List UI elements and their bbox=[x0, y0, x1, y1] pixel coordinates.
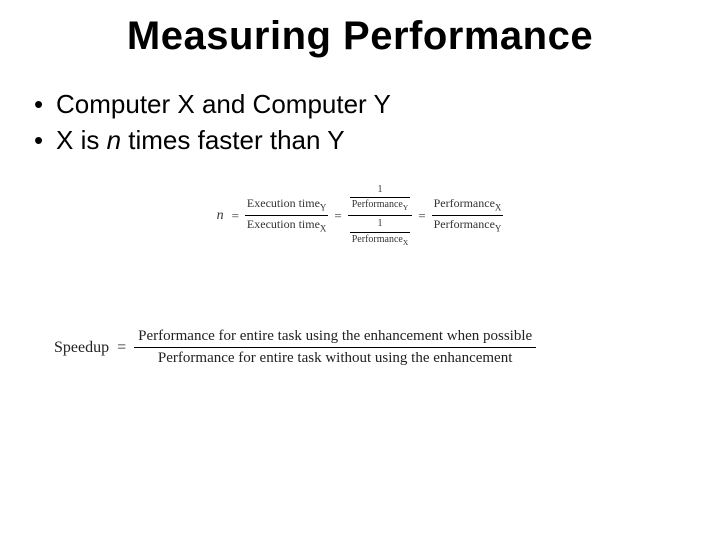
bullet-text-suffix: times faster than Y bbox=[121, 125, 345, 155]
ratio-formula: n = Execution timeY Execution timeX = 1 … bbox=[190, 183, 530, 249]
subscript: Y bbox=[403, 203, 408, 212]
bullet-item: X is n times faster than Y bbox=[34, 123, 690, 159]
bullet-text-italic: n bbox=[107, 125, 121, 155]
fraction-numerator: Performance for entire task using the en… bbox=[134, 327, 536, 347]
nested-numerator: 1 bbox=[376, 218, 385, 231]
fraction-numerator: 1 PerformanceY bbox=[348, 183, 413, 214]
fraction-bar bbox=[134, 347, 536, 348]
text: Performance bbox=[434, 217, 495, 231]
nested-fraction: 1 PerformanceY bbox=[350, 184, 411, 213]
nested-denominator: PerformanceX bbox=[350, 234, 411, 248]
bullet-text: Computer X and Computer Y bbox=[56, 89, 391, 119]
formula-lhs: Speedup bbox=[54, 339, 109, 357]
slide: Measuring Performance Computer X and Com… bbox=[0, 0, 720, 540]
slide-title: Measuring Performance bbox=[30, 14, 690, 59]
text: Execution time bbox=[247, 217, 320, 231]
fraction-denominator: 1 PerformanceX bbox=[348, 217, 413, 248]
fraction-bar bbox=[350, 232, 411, 233]
fraction-bar bbox=[432, 215, 504, 216]
fraction-denominator: PerformanceY bbox=[432, 217, 504, 235]
subscript: Y bbox=[495, 224, 502, 234]
equals-sign: = bbox=[117, 339, 126, 357]
fraction-denominator: Execution timeX bbox=[245, 217, 328, 235]
subscript: X bbox=[495, 203, 502, 213]
subscript: X bbox=[320, 224, 327, 234]
fraction-compound: 1 PerformanceY 1 PerformanceX bbox=[348, 183, 413, 249]
fraction-numerator: Execution timeY bbox=[245, 196, 328, 214]
nested-numerator: 1 bbox=[376, 184, 385, 197]
fraction-exec-time: Execution timeY Execution timeX bbox=[245, 196, 328, 235]
subscript: Y bbox=[320, 203, 327, 213]
fraction-bar bbox=[245, 215, 328, 216]
speedup-formula: Speedup = Performance for entire task us… bbox=[54, 327, 690, 370]
formula-lhs: n bbox=[217, 208, 226, 224]
fraction-performance: PerformanceX PerformanceY bbox=[432, 196, 504, 235]
text: Performance bbox=[352, 234, 403, 245]
fraction-speedup: Performance for entire task using the en… bbox=[134, 327, 536, 370]
equals-sign: = bbox=[232, 208, 239, 224]
bullet-item: Computer X and Computer Y bbox=[34, 87, 690, 123]
nested-fraction: 1 PerformanceX bbox=[350, 218, 411, 247]
nested-denominator: PerformanceY bbox=[350, 199, 411, 213]
fraction-denominator: Performance for entire task without usin… bbox=[154, 349, 516, 369]
fraction-bar bbox=[350, 197, 411, 198]
equals-sign: = bbox=[334, 208, 341, 224]
subscript: X bbox=[403, 238, 408, 247]
equals-sign: = bbox=[418, 208, 425, 224]
text: Execution time bbox=[247, 196, 320, 210]
text: Performance bbox=[352, 199, 403, 210]
bullet-text-prefix: X is bbox=[56, 125, 107, 155]
text: Performance bbox=[434, 196, 495, 210]
fraction-numerator: PerformanceX bbox=[432, 196, 504, 214]
fraction-bar bbox=[348, 215, 413, 216]
bullet-list: Computer X and Computer Y X is n times f… bbox=[34, 87, 690, 159]
